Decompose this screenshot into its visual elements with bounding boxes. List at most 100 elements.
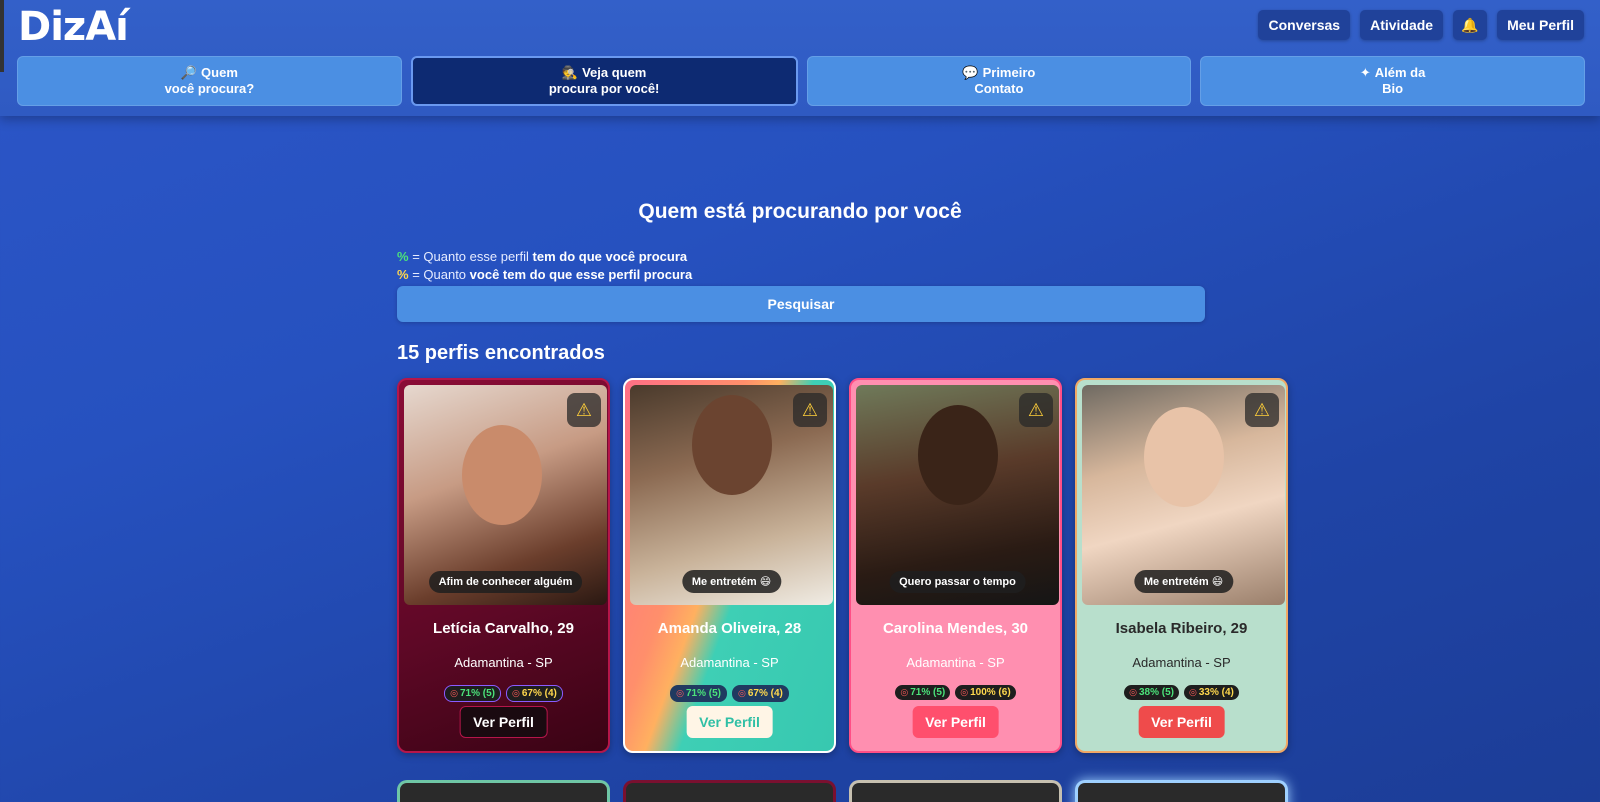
profile-name: Carolina Mendes, 30 [882, 620, 1029, 637]
tab-alem-da-bio[interactable]: ✦ Além da Bio [1200, 56, 1585, 106]
legend-bold-text: tem do que você procura [532, 249, 688, 264]
results-count: 15 perfis encontrados [397, 342, 605, 364]
badge-value: 38% (5) [1138, 687, 1174, 698]
warning-icon[interactable]: ⚠ [567, 393, 601, 427]
header-actions: Conversas Atividade 🔔 Meu Perfil [1258, 10, 1584, 40]
tab-label-line1: Além da [1374, 65, 1426, 80]
tab-quem-voce-procura[interactable]: 🔎 Quem você procura? [17, 56, 402, 106]
match-badges: ◎ 71% (5) ◎ 67% (4) [625, 685, 834, 702]
target-icon: ◎ [1129, 687, 1137, 697]
profile-name: Amanda Oliveira, 28 [657, 620, 802, 637]
legend-bold-text: você tem do que esse perfil procura [469, 267, 693, 282]
profile-photo[interactable]: ⚠ Me entretém 😄 [1082, 385, 1285, 605]
match-badge-green: ◎ 38% (5) [1124, 685, 1179, 700]
ver-perfil-button[interactable]: Ver Perfil [912, 706, 999, 738]
profile-photo[interactable]: ⚠ Me entretém 😄 [630, 385, 833, 605]
badge-value: 71% (5) [685, 688, 721, 699]
warning-icon[interactable]: ⚠ [793, 393, 827, 427]
match-badge-green: ◎ 71% (5) [895, 685, 951, 700]
profile-location: Adamantina - SP [1132, 655, 1231, 670]
mood-tag: Quero passar o tempo [889, 571, 1026, 593]
notifications-button[interactable]: 🔔 [1453, 10, 1488, 40]
badge-value: 33% (4) [1198, 687, 1234, 698]
badge-value: 71% (5) [459, 688, 495, 699]
profile-grid-next-row [397, 780, 1288, 802]
conversas-button[interactable]: Conversas [1258, 10, 1351, 40]
atividade-button[interactable]: Atividade [1360, 10, 1444, 40]
tab-label-line2: Contato [974, 81, 1024, 96]
legend-text: = Quanto esse perfil [412, 249, 529, 264]
search-button[interactable]: Pesquisar [397, 286, 1205, 322]
warning-icon[interactable]: ⚠ [1019, 393, 1053, 427]
ver-perfil-button[interactable]: Ver Perfil [1138, 706, 1225, 738]
spy-icon: 🕵️ [561, 65, 579, 80]
bell-icon: 🔔 [1461, 16, 1479, 33]
tab-label-line2: procura por você! [548, 81, 660, 96]
profile-card-partial[interactable] [849, 780, 1062, 802]
meu-perfil-button[interactable]: Meu Perfil [1497, 10, 1584, 40]
match-badge-yellow: ◎ 33% (4) [1184, 685, 1239, 700]
target-icon: ◎ [512, 688, 520, 698]
profile-location: Adamantina - SP [454, 655, 553, 670]
page-title: Quem está procurando por você [638, 200, 962, 223]
green-percent-symbol: % [397, 249, 409, 264]
match-badge-green: ◎ 71% (5) [444, 685, 501, 702]
ver-perfil-button[interactable]: Ver Perfil [459, 706, 548, 738]
tab-primeiro-contato[interactable]: 💬 Primeiro Contato [806, 56, 1192, 106]
target-icon: ◎ [960, 687, 969, 697]
profile-name: Isabela Ribeiro, 29 [1115, 620, 1248, 637]
profile-card[interactable]: ⚠ Me entretém 😄 Amanda Oliveira, 28 Adam… [623, 378, 836, 753]
photo-face [1144, 407, 1224, 507]
profile-grid: ⚠ Afim de conhecer alguém Letícia Carval… [397, 378, 1288, 753]
window-edge-marker [0, 0, 4, 72]
match-legend: % = Quanto esse perfil tem do que você p… [397, 248, 692, 284]
tab-label-line1: Quem [201, 65, 238, 80]
match-badge-green: ◎ 71% (5) [670, 685, 727, 702]
match-badges: ◎ 71% (5) ◎ 100% (6) [851, 685, 1060, 700]
badge-value: 100% (6) [970, 687, 1011, 698]
profile-card-partial[interactable] [623, 780, 836, 802]
app-logo[interactable]: DizAí [18, 4, 129, 50]
profile-card[interactable]: ⚠ Quero passar o tempo Carolina Mendes, … [849, 378, 1062, 753]
photo-face [692, 395, 772, 495]
profile-card[interactable]: ⚠ Me entretém 😄 Isabela Ribeiro, 29 Adam… [1075, 378, 1288, 753]
tab-label-line2: Bio [1382, 81, 1404, 96]
target-icon: ◎ [450, 688, 458, 698]
profile-card[interactable]: ⚠ Afim de conhecer alguém Letícia Carval… [397, 378, 610, 753]
tab-label-line2: você procura? [164, 81, 255, 96]
main-tabs: 🔎 Quem você procura? 🕵️ Veja quem procura … [17, 56, 1585, 106]
photo-face [918, 405, 998, 505]
tab-veja-quem-procura[interactable]: 🕵️ Veja quem procura por você! [410, 56, 798, 106]
tab-label-line1: Primeiro [982, 65, 1036, 80]
match-badge-yellow: ◎ 100% (6) [955, 685, 1016, 700]
sparkle-icon: ✦ [1359, 65, 1371, 80]
legend-text: = Quanto [412, 267, 467, 282]
match-badges: ◎ 71% (5) ◎ 67% (4) [399, 685, 608, 702]
badge-value: 67% (4) [521, 688, 557, 699]
mood-tag: Afim de conhecer alguém [428, 571, 583, 593]
profile-location: Adamantina - SP [680, 655, 779, 670]
profile-photo[interactable]: ⚠ Quero passar o tempo [856, 385, 1059, 605]
search-icon: 🔎 [180, 65, 198, 80]
warning-icon[interactable]: ⚠ [1245, 393, 1279, 427]
speech-bubble-icon: 💬 [962, 65, 979, 80]
target-icon: ◎ [900, 687, 909, 697]
profile-card-partial[interactable] [1075, 780, 1288, 802]
ver-perfil-button[interactable]: Ver Perfil [686, 706, 773, 738]
target-icon: ◎ [1189, 687, 1197, 697]
target-icon: ◎ [676, 688, 684, 698]
legend-line-2: % = Quanto você tem do que esse perfil p… [397, 266, 692, 284]
match-badge-yellow: ◎ 67% (4) [732, 685, 789, 702]
tab-label-line1: Veja quem [582, 65, 647, 80]
badge-value: 71% (5) [910, 687, 946, 698]
profile-name: Letícia Carvalho, 29 [433, 620, 574, 637]
legend-line-1: % = Quanto esse perfil tem do que você p… [397, 248, 692, 266]
match-badges: ◎ 38% (5) ◎ 33% (4) [1077, 685, 1286, 700]
yellow-percent-symbol: % [397, 267, 409, 282]
profile-photo[interactable]: ⚠ Afim de conhecer alguém [404, 385, 607, 605]
badge-value: 67% (4) [747, 688, 783, 699]
top-bar: DizAí Conversas Atividade 🔔 Meu Perfil 🔎… [0, 0, 1600, 116]
profile-card-partial[interactable] [397, 780, 610, 802]
target-icon: ◎ [738, 688, 746, 698]
match-badge-yellow: ◎ 67% (4) [506, 685, 563, 702]
